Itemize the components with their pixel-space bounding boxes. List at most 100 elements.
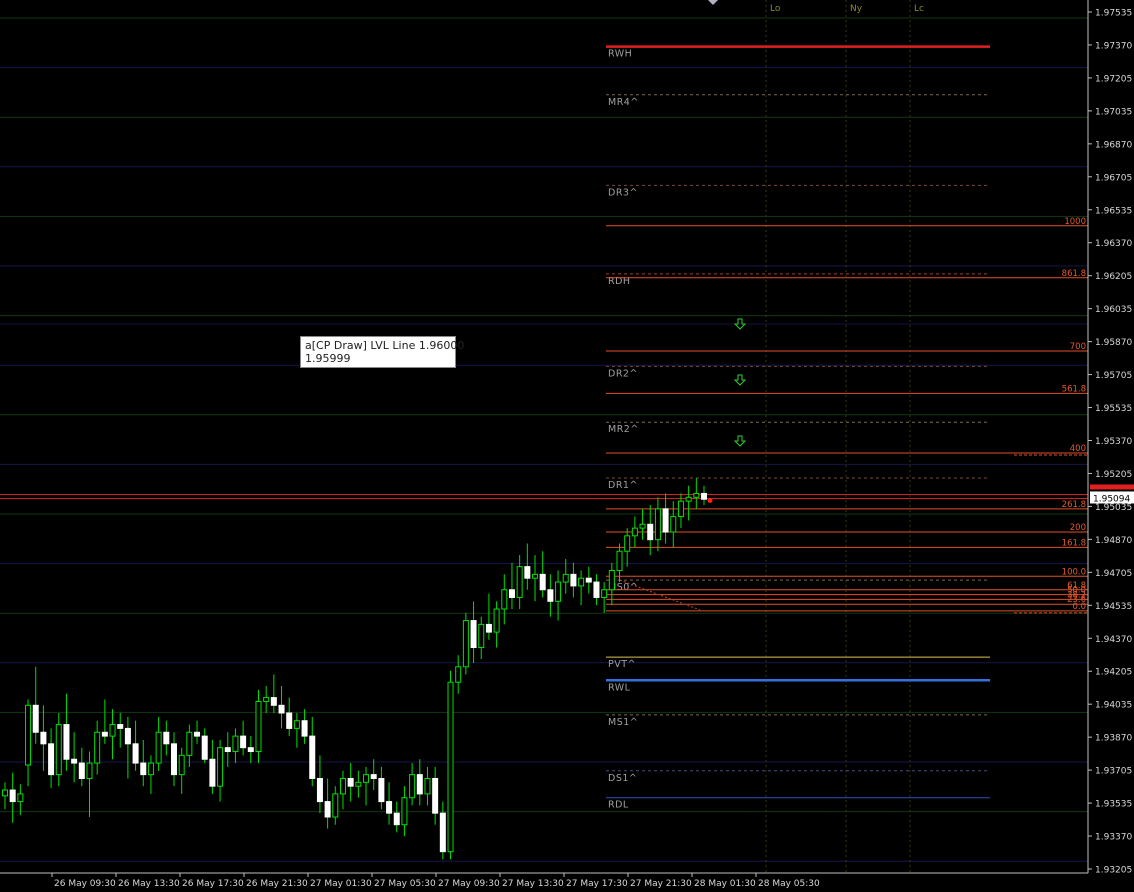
candle-body [501,589,508,610]
price-tick-label: 1.93705 [1095,767,1132,777]
candle-body [670,516,677,533]
candle-body [532,573,539,579]
time-tick-label: 27 May 21:30 [630,879,692,889]
candle-body [470,620,477,649]
candle-body [48,743,55,776]
price-tick-label: 1.95870 [1095,338,1132,348]
candle-body [485,623,492,633]
pivot-level-label: DR1^ [608,480,638,491]
price-tick-label: 1.97035 [1095,107,1132,117]
candle-body [9,789,16,803]
candle-body [155,731,162,764]
candle-body [370,774,377,779]
price-tick-label: 1.94035 [1095,701,1132,711]
time-tick-label: 26 May 13:30 [118,879,180,889]
chart-background [0,0,1134,892]
candle-body [232,735,239,753]
candle-body [347,777,354,787]
price-tick-label: 1.96705 [1095,173,1132,183]
price-tick-label: 1.94370 [1095,635,1132,645]
candle-body [316,777,323,803]
candle-body [201,735,208,760]
candle-body [539,573,546,591]
price-tick-label: 1.94205 [1095,668,1132,678]
candle-body [263,697,270,702]
candle-body [647,523,654,541]
candle-body [624,535,631,552]
candle-body [324,801,331,818]
fib-level-label: 100.0 [1062,567,1086,577]
candle-body [524,566,531,579]
candle-body [693,492,700,498]
candle-body [424,777,431,795]
candle-body [562,573,569,583]
session-label: Ny [850,4,863,14]
time-tick-label: 27 May 13:30 [502,879,564,889]
price-tick-label: 1.93535 [1095,800,1132,810]
time-tick-label: 27 May 17:30 [566,879,628,889]
candle-body [117,724,124,729]
time-tick-label: 27 May 01:30 [310,879,372,889]
price-tick-label: 1.95705 [1095,371,1132,381]
candle-body [339,777,346,795]
fib-level-label: 0.0 [1072,602,1086,612]
candle-body [578,577,585,587]
candle-body [508,589,515,598]
candle-body [462,620,469,668]
candle-body [25,704,32,766]
time-tick-label: 26 May 17:30 [182,879,244,889]
fib-level-label: 1000 [1064,217,1086,227]
candle-body [432,777,439,814]
candle-body [309,735,316,779]
tooltip-value: 1.95999 [305,352,351,365]
candle-body [170,743,177,776]
fib-level-label: 161.8 [1062,538,1086,548]
price-tick-label: 1.96205 [1095,272,1132,282]
price-tick-label: 1.94705 [1095,569,1132,579]
tooltip-title: a[CP Draw] LVL Line 1.96000 [305,339,465,352]
candle-body [355,781,362,787]
price-chart[interactable]: Lo Ny Lc RWHMR4^DR3^RDHDR2^MR2^DR1^MS0^PVT… [0,0,1134,892]
candle-body [547,589,554,602]
candle-body [677,500,684,518]
candle-body [363,774,370,783]
candle-body [32,704,39,733]
price-tick-label: 1.93870 [1095,734,1132,744]
candle-body [217,747,224,787]
fib-level-label: 400 [1070,444,1086,454]
pivot-level-label: RDL [608,800,629,811]
time-tick-label: 27 May 05:30 [374,879,436,889]
pivot-level-label: PVT^ [608,659,636,670]
time-tick-label: 27 May 09:30 [438,879,500,889]
candle-body [255,700,262,753]
candle-body [247,747,254,753]
candle-body [109,724,116,737]
candle-body [386,801,393,814]
candle-body [40,731,47,745]
pivot-level-label: DR3^ [608,187,638,198]
price-tick-label: 1.95535 [1095,404,1132,414]
candle-body [555,581,562,602]
fib-level-label: 561.8 [1062,384,1086,394]
price-tag-marker [1090,484,1134,490]
candle-body [240,735,247,749]
candle-body [278,704,285,714]
pivot-level-label: MR4^ [608,97,639,108]
candle-body [140,762,147,776]
pivot-level-label: RWH [608,49,632,60]
price-tick-label: 1.93370 [1095,833,1132,843]
candle-body [178,754,185,776]
pivot-level-label: DR2^ [608,368,638,379]
price-tick-label: 1.97370 [1095,41,1132,51]
time-tick-label: 26 May 09:30 [54,879,116,889]
candle-body [478,623,485,649]
candle-body [608,569,615,591]
pivot-level-label: RWL [608,682,631,693]
candle-body [516,566,523,598]
candle-body [2,789,8,797]
candle-body [416,774,423,795]
candle-body [224,747,231,753]
fib-level-label: 861.8 [1062,269,1086,279]
pivot-level-label: DS1^ [608,773,637,784]
level-tooltip: a[CP Draw] LVL Line 1.96000 1.95999 [300,336,465,368]
